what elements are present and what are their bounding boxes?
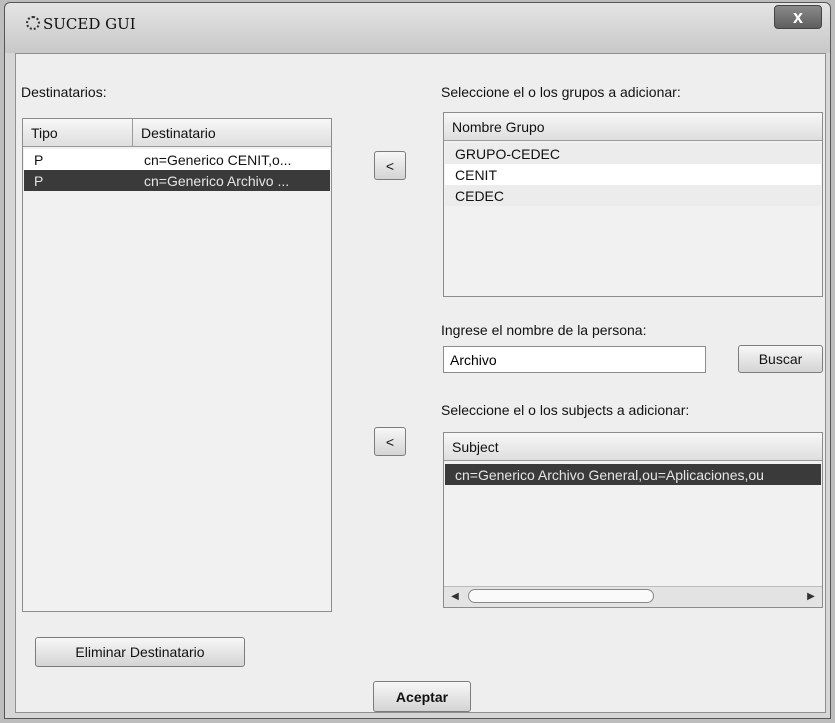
- destinatarios-table[interactable]: Tipo Destinatario P cn=Generico CENIT,o.…: [22, 118, 332, 612]
- row-destinatario: cn=Generico Archivo ...: [144, 172, 290, 189]
- row-tipo: P: [34, 172, 44, 189]
- column-header-destinatario[interactable]: Destinatario: [133, 119, 331, 147]
- title-bar: SUCED GUI x: [5, 3, 830, 53]
- app-icon: [26, 16, 40, 30]
- subjects-label: Seleccione el o los subjects a adicionar…: [441, 402, 690, 418]
- column-header-subject[interactable]: Subject: [444, 433, 822, 461]
- list-item-selected[interactable]: cn=Generico Archivo General,ou=Aplicacio…: [445, 464, 821, 485]
- grupos-list[interactable]: Nombre Grupo GRUPO-CEDEC CENIT CEDEC: [443, 112, 823, 297]
- add-subject-button[interactable]: <: [374, 427, 406, 456]
- persona-label: Ingrese el nombre de la persona:: [441, 322, 647, 338]
- persona-search-input[interactable]: Archivo: [443, 346, 706, 373]
- aceptar-button[interactable]: Aceptar: [373, 681, 471, 712]
- table-row[interactable]: P cn=Generico CENIT,o...: [24, 149, 330, 170]
- add-group-button[interactable]: <: [374, 151, 406, 180]
- content-panel: Destinatarios: Tipo Destinatario P cn=Ge…: [15, 53, 826, 713]
- close-icon: x: [792, 6, 803, 27]
- list-item[interactable]: CEDEC: [445, 185, 821, 206]
- scrollbar-thumb[interactable]: [468, 589, 654, 603]
- close-button[interactable]: x: [774, 5, 822, 29]
- buscar-button[interactable]: Buscar: [738, 345, 823, 373]
- list-item[interactable]: CENIT: [445, 164, 821, 185]
- scroll-left-icon[interactable]: ◀: [448, 589, 462, 603]
- eliminar-destinatario-button[interactable]: Eliminar Destinatario: [35, 637, 245, 667]
- scroll-right-icon[interactable]: ▶: [804, 589, 818, 603]
- row-tipo: P: [34, 151, 44, 168]
- subjects-list[interactable]: Subject cn=Generico Archivo General,ou=A…: [443, 432, 823, 608]
- row-destinatario: cn=Generico CENIT,o...: [144, 151, 292, 168]
- destinatarios-label: Destinatarios:: [21, 84, 107, 100]
- column-header-nombre-grupo[interactable]: Nombre Grupo: [444, 113, 822, 141]
- grupos-label: Seleccione el o los grupos a adicionar:: [441, 84, 681, 100]
- window-title: SUCED GUI: [43, 15, 136, 33]
- list-item[interactable]: GRUPO-CEDEC: [445, 143, 821, 164]
- main-window: SUCED GUI x Destinatarios: Tipo Destinat…: [4, 2, 831, 719]
- table-row-selected[interactable]: P cn=Generico Archivo ...: [24, 170, 330, 191]
- column-header-tipo[interactable]: Tipo: [23, 119, 133, 147]
- horizontal-scrollbar[interactable]: ◀ ▶: [444, 586, 822, 607]
